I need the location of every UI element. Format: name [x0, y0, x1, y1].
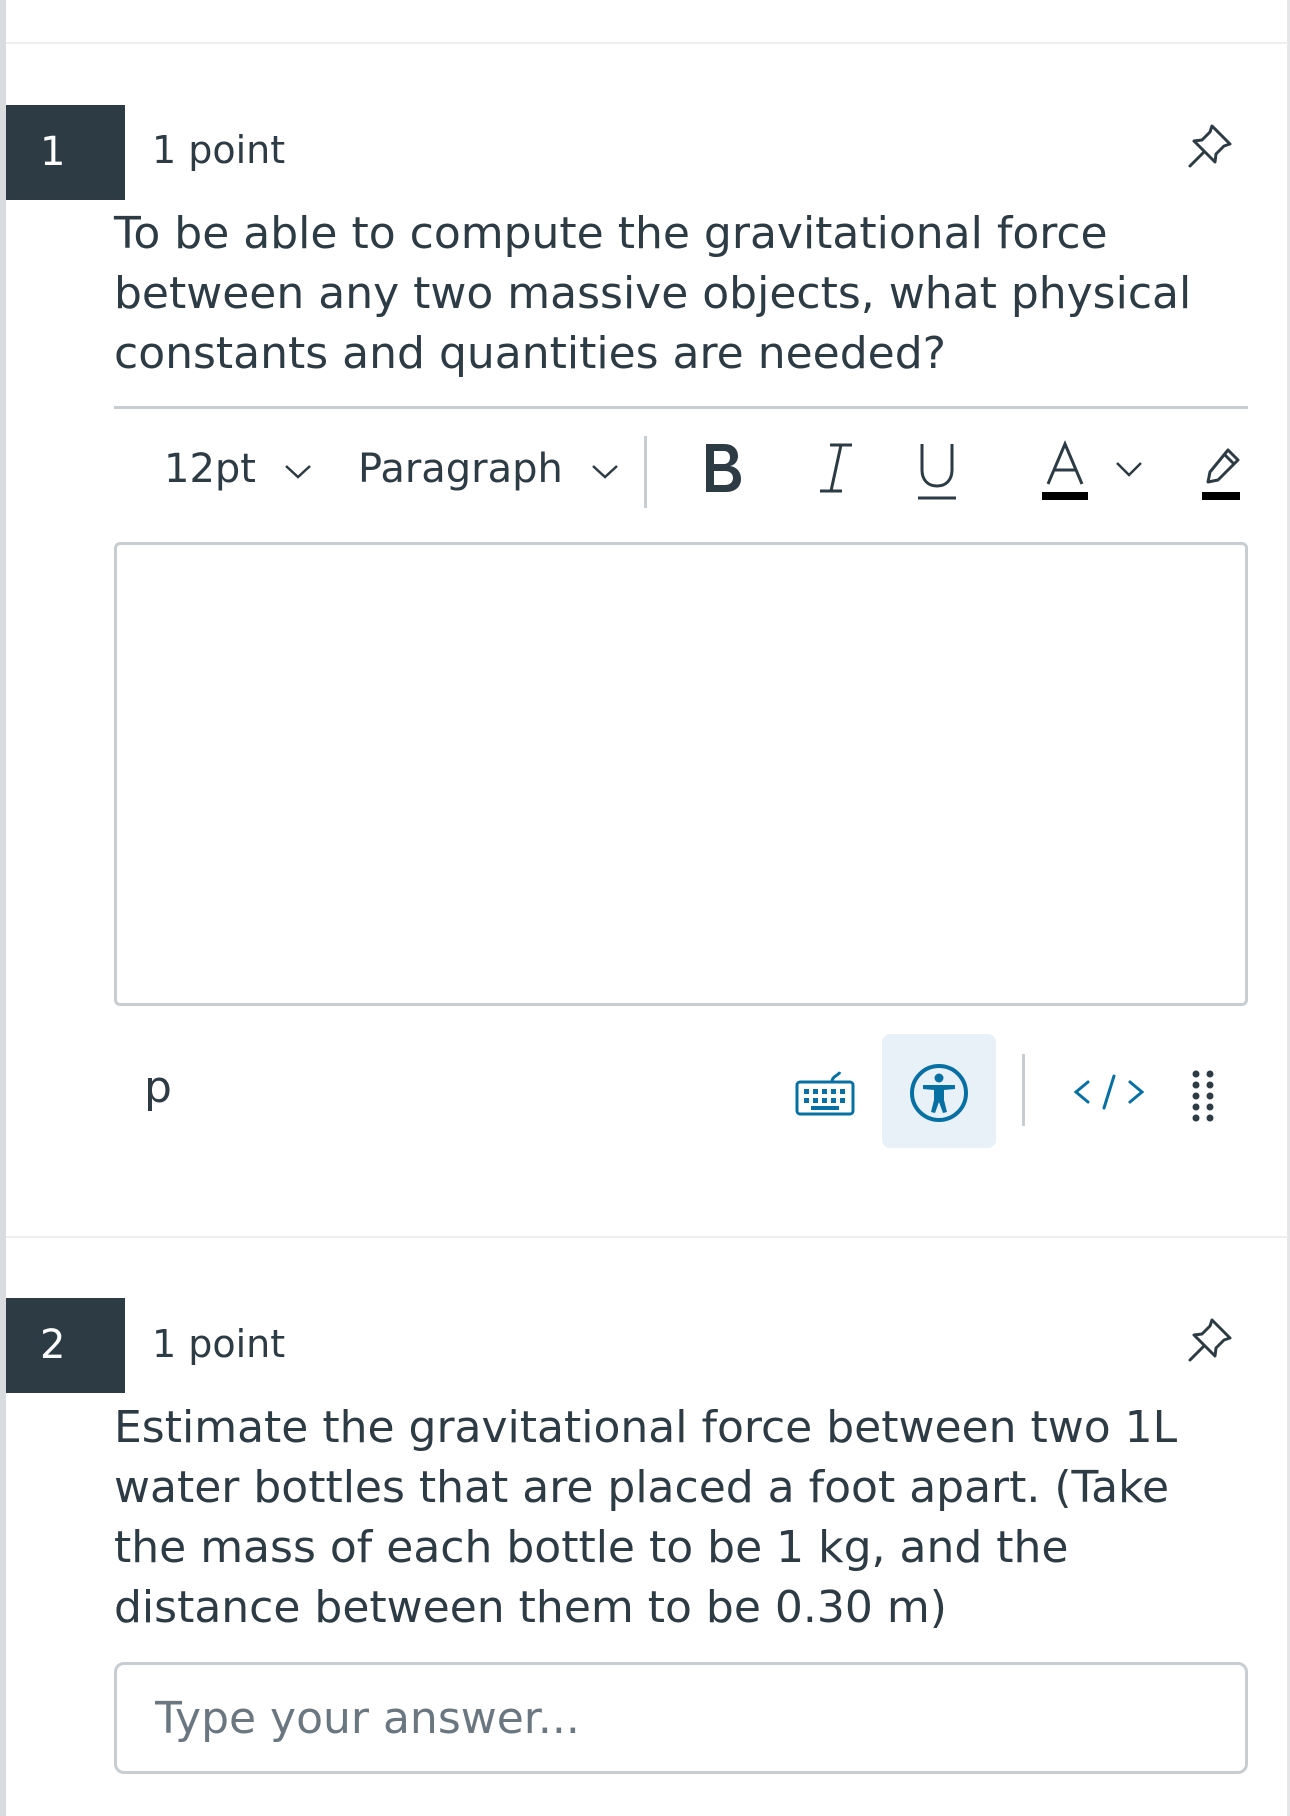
font-size-dropdown[interactable]: 12pt: [164, 424, 313, 514]
italic-icon[interactable]: [816, 438, 856, 498]
toolbar-separator: [644, 436, 647, 508]
chevron-down-icon[interactable]: [1114, 458, 1144, 482]
drag-handle-icon[interactable]: [1188, 1068, 1218, 1126]
accessibility-icon: [910, 1064, 968, 1122]
answer-input[interactable]: [114, 1662, 1248, 1774]
question-text: To be able to compute the gravitational …: [114, 208, 1192, 379]
text-color-icon[interactable]: [1040, 438, 1090, 504]
rich-text-toolbar: 12pt Paragraph: [114, 424, 1248, 514]
status-separator: [1022, 1054, 1025, 1126]
block-format-dropdown[interactable]: Paragraph: [358, 424, 620, 514]
question-text: Estimate the gravitational force between…: [114, 1402, 1178, 1633]
question-divider: [6, 1236, 1288, 1238]
pin-icon[interactable]: [1182, 1312, 1238, 1368]
toolbar-divider: [114, 406, 1248, 409]
html-editor-icon[interactable]: [1072, 1070, 1146, 1114]
bold-icon[interactable]: [698, 438, 748, 498]
chevron-down-icon: [591, 465, 618, 479]
question-points: 1 point: [152, 128, 286, 172]
block-format-value: Paragraph: [358, 446, 563, 492]
chevron-down-icon: [284, 465, 311, 479]
keyboard-icon[interactable]: [794, 1068, 856, 1118]
pin-icon[interactable]: [1182, 118, 1238, 174]
font-size-value: 12pt: [164, 446, 256, 492]
highlight-color-icon[interactable]: [1200, 438, 1242, 504]
question-number-badge: 2: [6, 1298, 125, 1393]
rich-text-editor-area[interactable]: [114, 542, 1248, 1006]
quiz-page: 1 1 point To be able to compute the grav…: [6, 0, 1290, 1816]
question-points: 1 point: [152, 1322, 286, 1366]
top-divider: [6, 42, 1288, 44]
underline-icon[interactable]: [914, 438, 960, 504]
element-path[interactable]: p: [144, 1062, 172, 1113]
question-number-badge: 1: [6, 105, 125, 200]
